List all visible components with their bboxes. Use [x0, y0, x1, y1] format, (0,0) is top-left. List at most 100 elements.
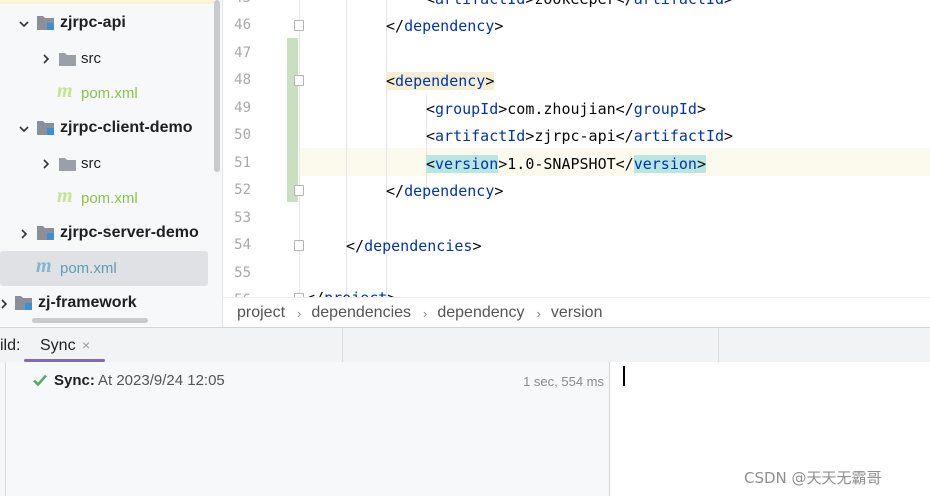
bracket: > — [494, 17, 504, 35]
tag-text: >zjrpc-api</ — [525, 127, 634, 145]
xml-tag: version — [435, 155, 499, 173]
tag-text: >com.zhoujian</ — [498, 100, 634, 118]
bracket: > — [724, 127, 734, 145]
folder-icon — [59, 157, 76, 171]
breadcrumb-item-dependencies[interactable]: dependencies — [311, 304, 411, 322]
chevron-right-icon[interactable] — [16, 226, 32, 242]
bracket: < — [426, 155, 436, 173]
fold-marker-icon[interactable] — [294, 75, 304, 86]
tree-node-zjrpc-api[interactable]: zjrpc-api — [0, 6, 222, 41]
fold-marker-icon[interactable] — [294, 240, 304, 251]
breadcrumb-item-dependency[interactable]: dependency — [437, 304, 524, 322]
sync-duration: 1 sec, 554 ms — [523, 374, 604, 389]
breadcrumb-item-project[interactable]: project — [237, 304, 285, 322]
bracket: > — [485, 72, 495, 90]
build-tool-window-header: ild: Sync × — [0, 327, 930, 363]
bracket: < — [426, 100, 436, 118]
xml-tag: version — [633, 155, 697, 173]
line-number: 53 — [234, 210, 251, 226]
tag-highlight: <dependency> — [386, 72, 495, 90]
tree-node-pom[interactable]: m pom.xml — [0, 76, 222, 111]
bracket: > — [724, 0, 733, 8]
chevron-right-icon[interactable] — [0, 296, 12, 312]
project-tree: zjrpc-api src m pom.xml zjrpc-client-dem… — [0, 0, 222, 326]
tab-sync[interactable]: Sync × — [24, 328, 106, 362]
bracket: </ — [346, 237, 365, 255]
module-folder-icon — [15, 295, 35, 311]
maven-icon: m — [57, 80, 73, 102]
tree-node-src[interactable]: src — [0, 41, 222, 76]
tree-node-label: pom.xml — [60, 260, 117, 277]
chevron-right-icon[interactable] — [38, 51, 54, 67]
code-line-52: </dependency> — [386, 178, 503, 204]
line-number: 47 — [234, 45, 251, 61]
sync-status-title[interactable]: Sync: — [54, 372, 95, 389]
xml-tag: artifactId — [435, 0, 525, 8]
module-folder-icon — [37, 225, 57, 241]
toolbar-divider — [718, 328, 719, 362]
line-number: 54 — [234, 237, 251, 253]
pane-edge — [5, 362, 6, 496]
xml-tag: artifactId — [633, 127, 725, 145]
code-editor[interactable]: 45 46 47 48 49 50 51 52 53 54 55 56 <art… — [222, 0, 930, 297]
code-line-54: </dependencies> — [346, 233, 481, 259]
tree-node-pom[interactable]: m pom.xml — [0, 181, 222, 216]
line-number: 45 — [223, 0, 251, 6]
tag-match-highlight: version> — [633, 155, 706, 173]
tree-node-label: src — [81, 50, 101, 67]
tree-node-label: pom.xml — [81, 85, 138, 102]
maven-icon: m — [57, 185, 73, 207]
tag-match-highlight: <version — [426, 155, 499, 173]
line-number-gutter: 45 46 47 48 49 50 51 52 53 54 55 56 — [223, 0, 286, 297]
tag-text: >1.0-SNAPSHOT</ — [498, 155, 634, 173]
code-line-49: <groupId>com.zhoujian</groupId> — [426, 96, 706, 122]
tree-vertical-scrollbar[interactable] — [214, 0, 220, 172]
breadcrumb-separator-icon: › — [297, 305, 302, 321]
xml-tag: dependencies — [364, 237, 473, 255]
tree-node-zjrpc-server-demo[interactable]: zjrpc-server-demo — [0, 216, 222, 251]
xml-tag: dependency — [404, 182, 495, 200]
gutter-separator — [299, 0, 300, 297]
line-number: 52 — [234, 182, 251, 198]
code-line-56: </project> — [306, 285, 396, 297]
breadcrumb-separator-icon: › — [423, 305, 428, 321]
code-line-51: <version>1.0-SNAPSHOT</version> — [426, 151, 706, 177]
fold-marker-icon[interactable] — [294, 20, 304, 31]
tree-node-label: pom.xml — [81, 190, 138, 207]
check-icon — [32, 372, 48, 392]
tree-node-src[interactable]: src — [0, 146, 222, 181]
tree-horizontal-scrollbar[interactable] — [32, 318, 148, 323]
line-number: 49 — [234, 100, 251, 116]
tree-node-zjrpc-client-demo[interactable]: zjrpc-client-demo — [0, 111, 222, 146]
bracket: > — [696, 155, 706, 173]
tree-node-label: zjrpc-api — [60, 14, 126, 31]
chevron-down-icon[interactable] — [16, 121, 32, 137]
tree-node-label: zj-framework — [38, 294, 137, 311]
line-number: 48 — [234, 72, 251, 88]
chevron-right-icon[interactable] — [38, 156, 54, 172]
sync-timestamp: At 2023/9/24 12:05 — [98, 372, 225, 389]
tree-node-zj-framework[interactable]: zj-framework — [0, 286, 222, 321]
chevron-down-icon[interactable] — [16, 16, 32, 32]
breadcrumb-item-version[interactable]: version — [551, 304, 603, 322]
vcs-change-marker[interactable] — [287, 38, 298, 202]
tree-node-label: zjrpc-client-demo — [60, 119, 193, 136]
watermark: CSDN @天天无霸哥 — [744, 469, 882, 487]
close-icon[interactable]: × — [82, 337, 90, 353]
tag-text: >zookeeper</ — [525, 0, 633, 8]
line-number: 51 — [234, 155, 251, 171]
maven-icon: m — [36, 255, 52, 277]
module-folder-icon — [37, 120, 57, 136]
code-line-50: <artifactId>zjrpc-api</artifactId> — [426, 123, 733, 149]
module-folder-icon — [37, 15, 57, 31]
tree-node-pom-selected[interactable]: m pom.xml — [0, 251, 208, 286]
tab-sync-label: Sync — [40, 337, 76, 354]
xml-tag: groupId — [633, 100, 697, 118]
code-line-48: <dependency> — [386, 68, 495, 94]
fold-marker-icon[interactable] — [294, 185, 304, 196]
bracket: </ — [386, 17, 405, 35]
toolbar-divider — [342, 328, 343, 362]
xml-tag: project — [324, 289, 387, 297]
xml-tag: groupId — [435, 100, 499, 118]
bracket: > — [387, 289, 396, 297]
